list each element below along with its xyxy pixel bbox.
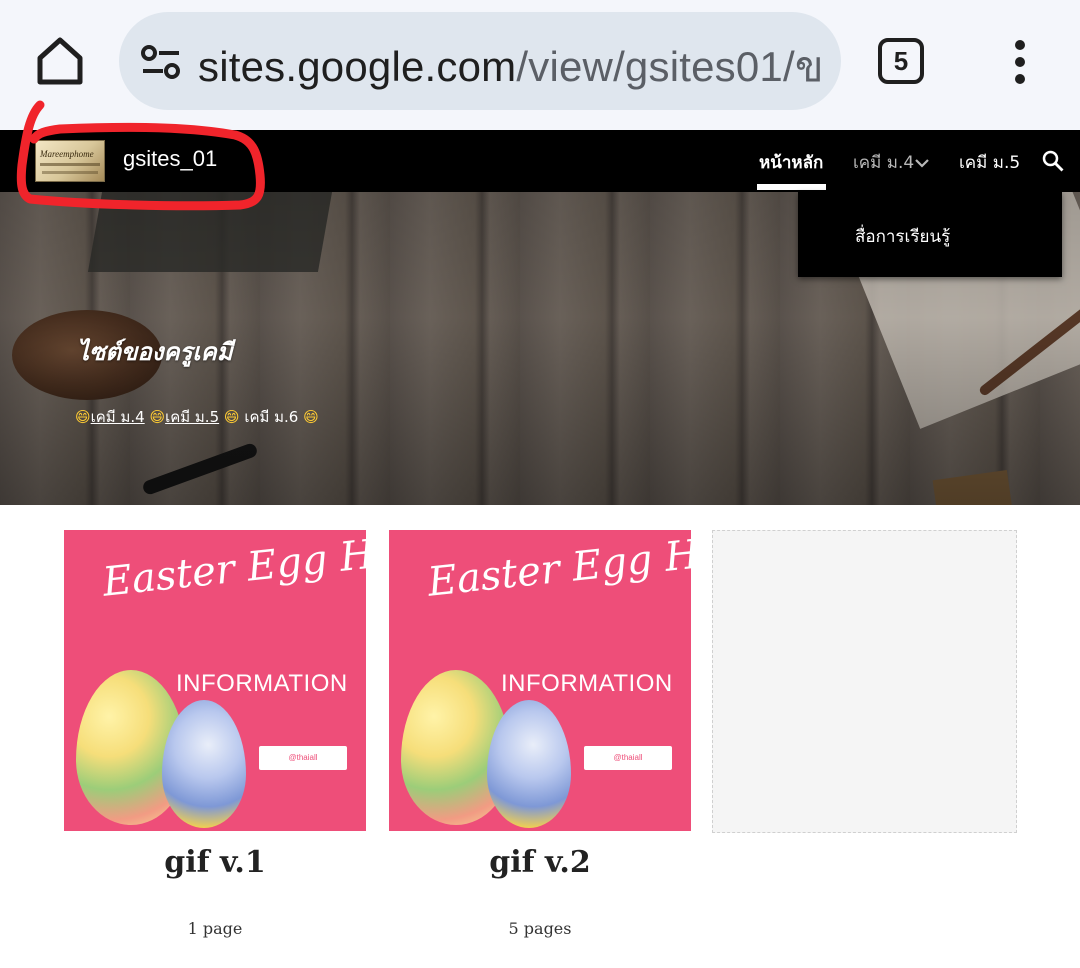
card-image-tag: @thaiall [584,746,672,770]
card-image-title: Easter Egg Hunt [425,530,691,606]
egg-illustration [487,700,571,828]
card-image-subtitle: INFORMATION [501,670,673,697]
tune-icon[interactable] [141,44,181,80]
empty-card-placeholder [712,530,1017,833]
card-image-title: Easter Egg Hunt [100,530,366,606]
url-host: sites.google.com [198,43,517,90]
site-logo-text: Mareemphome [40,149,94,159]
address-bar[interactable]: sites.google.com/view/gsites01/ข [119,12,841,110]
smile-icon: 😄 [149,408,166,426]
link-chem-m4[interactable]: เคมี ม.4 [91,408,145,426]
browser-toolbar: sites.google.com/view/gsites01/ข 5 [0,0,1080,130]
card-title[interactable]: gif v.1 [64,845,366,880]
nav-dropdown-menu: สื่อการเรียนรู้ [798,192,1062,277]
egg-illustration [162,700,246,828]
nav-item-chem-m5[interactable]: เคมี ม.5 [959,149,1020,176]
card-image-subtitle: INFORMATION [176,670,348,697]
site-title[interactable]: gsites_01 [123,146,217,172]
smile-icon: 😄 [75,408,91,426]
link-chem-m5[interactable]: เคมี ม.5 [165,408,219,426]
card-image-tag: @thaiall [259,746,347,770]
nav-item-home[interactable]: หน้าหลัก [759,149,823,176]
url-text[interactable]: sites.google.com/view/gsites01/ข [198,34,824,100]
hero-links: 😄เคมี ม.4 😄เคมี ม.5 😄 เคมี ม.6 😄 [75,405,319,429]
chevron-down-icon[interactable] [914,154,930,168]
smile-icon: 😄 [303,408,319,426]
nav-active-indicator [757,184,826,190]
text-chem-m6: เคมี ม.6 [244,408,299,426]
hero-title: ไซต์ของครูเคมี [77,338,233,366]
logo-decoration [40,163,100,166]
card-page-count: 1 page [187,919,243,938]
card-page-count: 5 pages [508,919,572,938]
nav-item-chem-m4[interactable]: เคมี ม.4 [853,149,914,176]
site-header: Mareemphome gsites_01 หน้าหลัก เคมี ม.4 … [0,130,1080,192]
card-image[interactable]: Easter Egg Hunt INFORMATION @thaiall [64,530,366,831]
smile-icon: 😄 [223,408,240,426]
search-icon[interactable] [1042,150,1064,172]
site-logo[interactable]: Mareemphome [35,140,105,182]
logo-decoration [42,171,98,174]
card-title[interactable]: gif v.2 [389,845,691,880]
tab-switcher-button[interactable]: 5 [878,38,924,84]
url-path: /view/gsites01/ข [516,43,824,90]
dropdown-item-learning-media[interactable]: สื่อการเรียนรู้ [855,223,950,250]
more-vert-icon[interactable] [1005,38,1035,86]
home-icon[interactable] [30,30,90,90]
card-image[interactable]: Easter Egg Hunt INFORMATION @thaiall [389,530,691,831]
